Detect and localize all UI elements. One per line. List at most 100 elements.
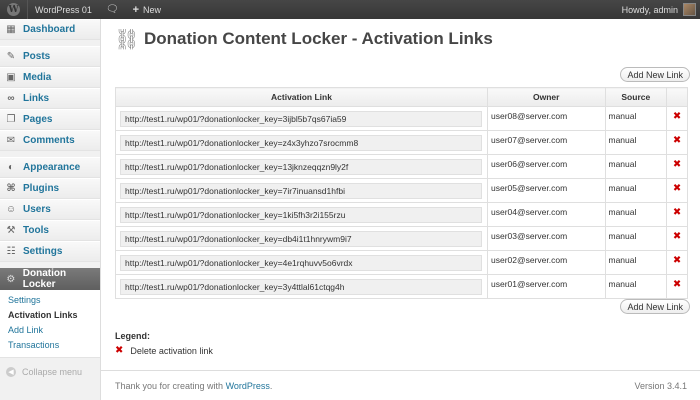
- delete-icon[interactable]: ✖: [673, 135, 681, 146]
- footer-thanks-prefix: Thank you for creating with: [115, 381, 226, 391]
- owner-cell: user05@server.com: [486, 178, 606, 203]
- wordpress-link[interactable]: WordPress: [226, 381, 270, 391]
- gear-icon: ⚙: [6, 273, 16, 285]
- users-icon: ☺: [5, 204, 17, 215]
- new-content-menu[interactable]: + New: [126, 0, 168, 19]
- footer-thanks: Thank you for creating with WordPress.: [115, 381, 272, 391]
- delete-icon[interactable]: ✖: [673, 159, 681, 170]
- submenu-item-add-link[interactable]: Add Link: [0, 323, 100, 338]
- new-label: New: [143, 4, 162, 15]
- footer-thanks-suffix: .: [269, 381, 273, 391]
- delete-icon[interactable]: ✖: [673, 207, 681, 218]
- column-header-source: Source: [604, 87, 668, 107]
- source-cell: manual: [604, 154, 668, 179]
- activation-link-field[interactable]: http://test1.ru/wp01/?donationlocker_key…: [120, 159, 482, 175]
- wordpress-logo-icon: W: [7, 3, 20, 16]
- owner-cell: user04@server.com: [486, 202, 606, 227]
- donation-locker-submenu: Settings Activation Links Add Link Trans…: [0, 290, 100, 358]
- column-header-owner: Owner: [486, 87, 606, 107]
- plugin-icon: ⌘: [6, 183, 16, 194]
- plus-icon: +: [132, 3, 139, 16]
- sidebar-item-label: Pages: [23, 114, 53, 125]
- activation-link-field[interactable]: http://test1.ru/wp01/?donationlocker_key…: [120, 207, 482, 223]
- activation-link-field[interactable]: http://test1.ru/wp01/?donationlocker_key…: [120, 183, 482, 199]
- dashboard-icon: ▦: [6, 24, 16, 35]
- sidebar-item-dashboard[interactable]: ▦ Dashboard: [0, 19, 100, 40]
- activation-links-table: Activation Link Owner Source http://test…: [115, 87, 688, 299]
- wordpress-logo-menu[interactable]: W: [0, 0, 28, 19]
- footer-version: Version 3.4.1: [634, 381, 687, 391]
- sidebar-item-label: Appearance: [23, 162, 81, 173]
- add-new-link-button-bottom[interactable]: Add New Link: [620, 299, 690, 314]
- sidebar-item-label: Donation Locker: [22, 268, 67, 290]
- sidebar-item-tools[interactable]: ⚒ Tools: [0, 220, 100, 241]
- column-header-actions: [666, 87, 688, 107]
- activation-link-field[interactable]: http://test1.ru/wp01/?donationlocker_key…: [120, 231, 482, 247]
- pin-icon: ✎: [6, 51, 16, 62]
- source-cell: manual: [604, 130, 668, 155]
- activation-link-field[interactable]: http://test1.ru/wp01/?donationlocker_key…: [120, 255, 482, 271]
- sidebar-item-pages[interactable]: ❐ Pages: [0, 109, 100, 130]
- sidebar-item-appearance[interactable]: ◐ Appearance: [0, 157, 100, 178]
- sidebar-item-media[interactable]: ▣ Media: [0, 67, 100, 88]
- site-name-link[interactable]: WordPress 01: [28, 0, 99, 19]
- add-new-link-button[interactable]: Add New Link: [620, 67, 690, 82]
- site-name: WordPress 01: [35, 4, 92, 15]
- sidebar-item-label: Tools: [23, 225, 49, 236]
- delete-icon[interactable]: ✖: [673, 111, 681, 122]
- activation-link-field[interactable]: http://test1.ru/wp01/?donationlocker_key…: [120, 111, 482, 127]
- column-header-activation-link: Activation Link: [115, 87, 488, 107]
- owner-cell: user06@server.com: [486, 154, 606, 179]
- owner-cell: user08@server.com: [486, 106, 606, 131]
- delete-icon[interactable]: ✖: [673, 255, 681, 266]
- comments-link[interactable]: 🗨: [99, 0, 126, 19]
- collapse-label: Collapse menu: [22, 367, 83, 377]
- sidebar-item-comments[interactable]: ✉ Comments: [0, 130, 100, 151]
- main-content: ⛓ Donation Content Locker - Activation L…: [101, 19, 700, 400]
- sidebar-item-settings[interactable]: ☷ Settings: [0, 241, 100, 262]
- activation-link-field[interactable]: http://test1.ru/wp01/?donationlocker_key…: [120, 279, 482, 295]
- owner-cell: user07@server.com: [486, 130, 606, 155]
- admin-sidebar: ▦ Dashboard ✎ Posts ▣ Media ∞ Links ❐ Pa…: [0, 19, 101, 400]
- account-menu[interactable]: Howdy, admin: [615, 0, 700, 19]
- submenu-item-activation-links[interactable]: Activation Links: [0, 308, 100, 323]
- delete-icon[interactable]: ✖: [673, 183, 681, 194]
- sidebar-item-label: Settings: [23, 246, 63, 257]
- table-row: http://test1.ru/wp01/?donationlocker_key…: [115, 178, 688, 203]
- footer: Thank you for creating with WordPress. V…: [101, 370, 700, 400]
- sidebar-item-label: Comments: [23, 135, 75, 146]
- sidebar-item-plugins[interactable]: ⌘ Plugins: [0, 178, 100, 199]
- source-cell: manual: [604, 226, 668, 251]
- table-row: http://test1.ru/wp01/?donationlocker_key…: [115, 250, 688, 275]
- chain-link-icon: ⛓: [114, 28, 140, 51]
- page-header: ⛓ Donation Content Locker - Activation L…: [114, 26, 493, 52]
- admin-bar: W WordPress 01 🗨 + New Howdy, admin: [0, 0, 700, 19]
- sidebar-item-users[interactable]: ☺ Users: [0, 199, 100, 220]
- legend-delete-text: Delete activation link: [130, 346, 213, 356]
- sidebar-item-label: Posts: [23, 51, 51, 62]
- activation-link-field[interactable]: http://test1.ru/wp01/?donationlocker_key…: [120, 135, 482, 151]
- source-cell: manual: [604, 178, 668, 203]
- legend-title: Legend:: [115, 331, 150, 341]
- submenu-item-settings[interactable]: Settings: [0, 293, 100, 308]
- settings-icon: ☷: [6, 246, 16, 257]
- table-header-row: Activation Link Owner Source: [115, 87, 688, 107]
- sidebar-item-label: Dashboard: [23, 24, 76, 35]
- sidebar-item-donation-locker[interactable]: ⚙ Donation Locker: [0, 268, 100, 290]
- owner-cell: user03@server.com: [486, 226, 606, 251]
- table-row: http://test1.ru/wp01/?donationlocker_key…: [115, 274, 688, 299]
- delete-icon[interactable]: ✖: [673, 279, 681, 290]
- howdy-text: Howdy, admin: [621, 4, 678, 15]
- owner-cell: user01@server.com: [486, 274, 606, 299]
- source-cell: manual: [604, 274, 668, 299]
- appearance-icon: ◐: [7, 162, 15, 173]
- sidebar-item-posts[interactable]: ✎ Posts: [0, 46, 100, 67]
- collapse-menu-button[interactable]: ◀ Collapse menu: [0, 362, 100, 382]
- sidebar-item-links[interactable]: ∞ Links: [0, 88, 100, 109]
- submenu-item-transactions[interactable]: Transactions: [0, 338, 100, 353]
- source-cell: manual: [604, 106, 668, 131]
- sidebar-item-label: Media: [23, 72, 52, 83]
- page-icon: ❐: [6, 114, 16, 125]
- delete-icon[interactable]: ✖: [673, 231, 681, 242]
- media-icon: ▣: [6, 72, 16, 83]
